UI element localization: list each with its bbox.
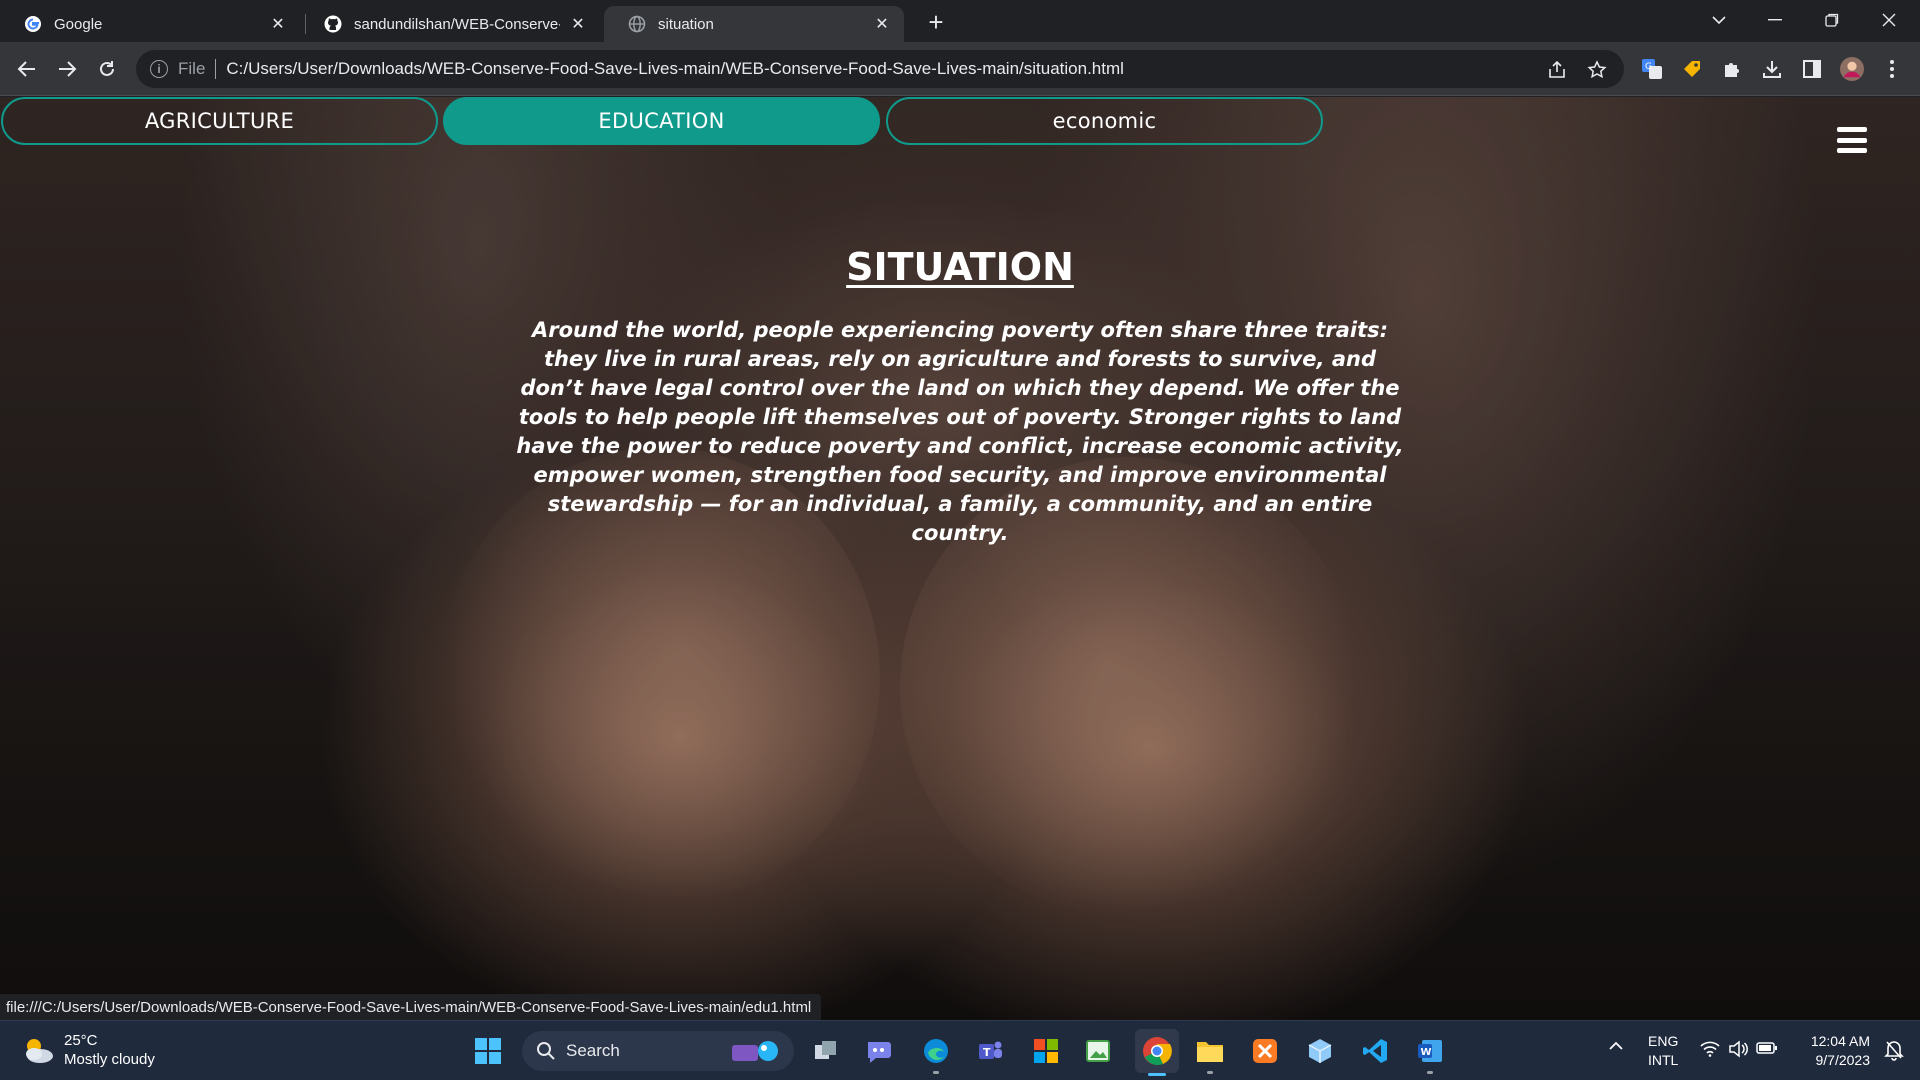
word-icon[interactable]: W (1412, 1033, 1448, 1074)
window-close-icon[interactable] (1866, 4, 1912, 36)
share-icon[interactable] (1546, 59, 1568, 81)
status-bar-link: file:///C:/Users/User/Downloads/WEB-Cons… (0, 994, 822, 1020)
profile-avatar-icon[interactable] (1840, 57, 1864, 81)
globe-icon (628, 15, 646, 33)
tag-extension-icon[interactable] (1680, 57, 1704, 81)
svg-text:T: T (983, 1046, 991, 1059)
search-icon (536, 1041, 556, 1061)
svg-text:G: G (1645, 62, 1652, 72)
chevron-up-icon[interactable] (1608, 1039, 1624, 1056)
close-icon[interactable]: ✕ (872, 14, 892, 34)
situation-paragraph: Around the world, people experiencing po… (510, 316, 1410, 548)
paragraph-line: empower women, strengthen food security,… (533, 463, 1387, 487)
google-translate-icon[interactable]: G (1640, 57, 1664, 81)
github-icon (324, 15, 342, 33)
file-scheme-label: File (178, 59, 206, 78)
paragraph-line: don’t have legal control over the land o… (520, 376, 1400, 400)
nav-education[interactable]: EDUCATION (443, 97, 880, 145)
edge-browser-icon[interactable] (918, 1033, 954, 1074)
tab-situation[interactable]: situation ✕ (604, 6, 904, 42)
language-indicator[interactable]: ENG INTL (1648, 1032, 1678, 1070)
paragraph-line: stewardship — for an individual, a famil… (547, 492, 1373, 545)
windows-start-icon[interactable] (470, 1033, 506, 1069)
chrome-icon[interactable] (1135, 1029, 1179, 1076)
search-highlight-icon (728, 1037, 784, 1065)
close-icon[interactable]: ✕ (568, 14, 588, 34)
keyboard-layout: INTL (1648, 1052, 1679, 1068)
weather-description: Mostly cloudy (64, 1051, 155, 1068)
reload-icon[interactable] (91, 53, 123, 85)
microsoft-store-icon[interactable] (1028, 1033, 1064, 1069)
address-divider (215, 59, 217, 79)
virtualbox-cube-icon[interactable] (1302, 1033, 1338, 1069)
new-tab-button[interactable]: + (922, 7, 950, 37)
browser-toolbar: i File C:/Users/User/Downloads/WEB-Conse… (0, 42, 1920, 96)
download-icon[interactable] (1760, 57, 1784, 81)
gallery-app-icon[interactable] (1080, 1033, 1116, 1069)
weather-widget[interactable]: 25°C Mostly cloudy (20, 1031, 155, 1069)
google-g-icon (24, 15, 42, 33)
volume-icon[interactable] (1728, 1040, 1748, 1062)
paragraph-line: they live in rural areas, rely on agricu… (544, 347, 1376, 371)
close-icon[interactable]: ✕ (268, 14, 288, 34)
browser-tab-strip: Google ✕ sandundilshan/WEB-Conserve-Fo ✕… (0, 0, 1920, 42)
tab-title: Google (54, 15, 103, 33)
svg-text:W: W (1421, 1047, 1432, 1058)
hamburger-menu-icon[interactable] (1837, 127, 1867, 153)
tab-github[interactable]: sandundilshan/WEB-Conserve-Fo ✕ (302, 6, 600, 42)
weather-temperature: 25°C (64, 1032, 98, 1049)
tab-google[interactable]: Google ✕ (0, 6, 300, 42)
paragraph-line: tools to help people lift themselves out… (518, 405, 1402, 429)
wifi-icon[interactable] (1700, 1041, 1720, 1061)
restore-icon[interactable] (1809, 4, 1855, 36)
side-panel-icon[interactable] (1800, 57, 1824, 81)
partly-cloudy-icon (20, 1035, 56, 1065)
nav-agriculture[interactable]: AGRICULTURE (1, 97, 438, 145)
language-code: ENG (1648, 1033, 1679, 1049)
chat-meet-icon[interactable] (862, 1033, 898, 1069)
paragraph-line: have the power to reduce poverty and con… (516, 434, 1404, 458)
nav-economic[interactable]: economic (886, 97, 1323, 145)
site-info-icon[interactable]: i (150, 60, 168, 78)
taskbar: 25°C Mostly cloudy Search T W ENG INTL 1… (0, 1020, 1920, 1080)
vscode-icon[interactable] (1357, 1033, 1393, 1069)
clock-date: 9/7/2023 (1815, 1052, 1871, 1068)
tab-title: sandundilshan/WEB-Conserve-Fo (354, 15, 560, 33)
address-bar[interactable]: i File C:/Users/User/Downloads/WEB-Conse… (136, 50, 1624, 88)
battery-icon[interactable] (1756, 1041, 1778, 1059)
tab-title: situation (658, 15, 714, 33)
page-title: SITUATION (846, 245, 1074, 289)
search-label: Search (566, 1041, 620, 1060)
bookmark-star-icon[interactable] (1586, 59, 1608, 81)
forward-arrow-icon[interactable] (51, 53, 83, 85)
tab-search-chevron-icon[interactable] (1696, 4, 1742, 36)
minimize-icon[interactable] (1752, 4, 1798, 36)
system-tray: ENG INTL 12:04 AM 9/7/2023 (1600, 1021, 1920, 1080)
notification-bell-icon[interactable] (1884, 1039, 1904, 1065)
clock[interactable]: 12:04 AM 9/7/2023 (1796, 1032, 1870, 1070)
more-menu-icon[interactable] (1880, 57, 1904, 81)
file-explorer-icon[interactable] (1192, 1033, 1228, 1074)
clock-time: 12:04 AM (1810, 1033, 1870, 1049)
page-viewport: AGRICULTURE EDUCATION economic SITUATION… (0, 97, 1920, 1020)
paragraph-line: Around the world, people experiencing po… (531, 318, 1389, 342)
xampp-icon[interactable] (1247, 1033, 1283, 1069)
taskbar-search-box[interactable]: Search (522, 1031, 794, 1071)
task-view-icon[interactable] (808, 1033, 844, 1069)
back-arrow-icon[interactable] (11, 53, 43, 85)
extensions-puzzle-icon[interactable] (1720, 57, 1744, 81)
teams-icon[interactable]: T (972, 1033, 1008, 1069)
url-text[interactable]: C:/Users/User/Downloads/WEB-Conserve-Foo… (226, 59, 1124, 79)
